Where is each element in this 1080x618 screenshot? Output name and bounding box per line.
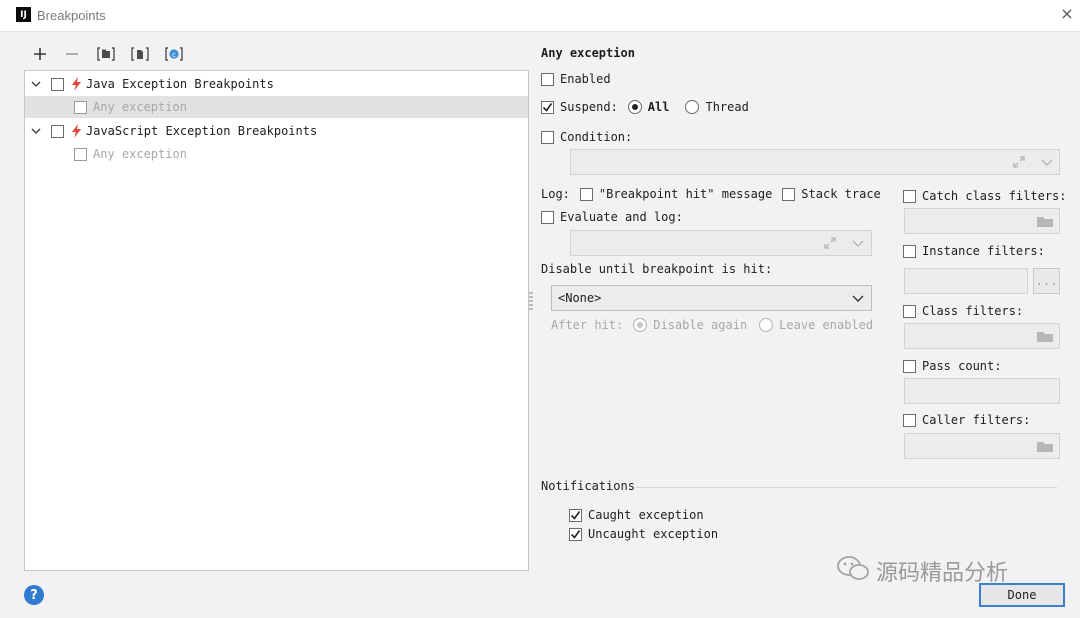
chevron-down-icon[interactable] bbox=[852, 237, 864, 252]
class-filters-label: Class filters: bbox=[922, 304, 1024, 318]
folder-icon[interactable] bbox=[1036, 215, 1054, 231]
catch-class-filters-label: Catch class filters: bbox=[922, 189, 1067, 203]
tree-group-javascript-exception[interactable]: JavaScript Exception Breakpoints bbox=[25, 120, 528, 142]
caught-exception-label: Caught exception bbox=[588, 508, 704, 522]
exception-breakpoint-icon bbox=[69, 76, 83, 92]
stack-trace-label: Stack trace bbox=[801, 187, 881, 201]
leave-enabled-label: Leave enabled bbox=[779, 318, 874, 332]
catch-class-filters-input[interactable] bbox=[904, 208, 1060, 234]
disable-until-label: Disable until breakpoint is hit: bbox=[541, 262, 773, 276]
after-hit-label: After hit: bbox=[551, 318, 624, 332]
instance-filters-input[interactable] bbox=[904, 268, 1028, 294]
chevron-down-icon[interactable] bbox=[29, 77, 43, 91]
tree-item-any-exception-java[interactable]: Any exception bbox=[25, 96, 528, 118]
condition-label: Condition: bbox=[560, 130, 633, 144]
expand-icon[interactable] bbox=[823, 236, 837, 253]
pass-count-label: Pass count: bbox=[922, 359, 1002, 373]
disable-until-select[interactable]: <None> bbox=[551, 285, 872, 311]
notifications-heading: Notifications bbox=[541, 479, 635, 493]
chevron-down-icon[interactable] bbox=[852, 292, 864, 307]
exception-breakpoint-icon bbox=[69, 123, 83, 139]
remove-icon[interactable] bbox=[62, 44, 82, 64]
class-filters-input[interactable] bbox=[904, 323, 1060, 349]
pass-count-input[interactable] bbox=[904, 378, 1060, 404]
log-message-checkbox[interactable] bbox=[579, 187, 593, 201]
group-checkbox[interactable] bbox=[51, 124, 64, 138]
leave-enabled-radio[interactable] bbox=[759, 318, 774, 332]
wechat-icon bbox=[836, 555, 870, 587]
suspend-checkbox[interactable] bbox=[541, 100, 554, 114]
enabled-label: Enabled bbox=[560, 72, 611, 86]
catch-class-filters-checkbox[interactable] bbox=[903, 189, 916, 203]
intellij-logo-icon: IJ bbox=[16, 7, 31, 22]
folder-icon[interactable] bbox=[1036, 440, 1054, 456]
group-by-file-icon[interactable] bbox=[130, 44, 150, 64]
caught-exception-checkbox[interactable] bbox=[569, 508, 582, 522]
help-button[interactable]: ? bbox=[24, 585, 44, 605]
log-message-label: "Breakpoint hit" message bbox=[598, 187, 773, 201]
suspend-thread-radio[interactable] bbox=[685, 100, 700, 114]
disable-again-label: Disable again bbox=[653, 318, 748, 332]
instance-filters-browse-button[interactable]: ... bbox=[1033, 268, 1060, 294]
caller-filters-label: Caller filters: bbox=[922, 413, 1031, 427]
caller-filters-checkbox[interactable] bbox=[903, 413, 916, 427]
tree-group-label: Java Exception Breakpoints bbox=[86, 77, 274, 91]
evaluate-and-log-input[interactable] bbox=[570, 230, 872, 256]
pass-count-checkbox[interactable] bbox=[903, 359, 916, 373]
tree-group-label: JavaScript Exception Breakpoints bbox=[86, 124, 318, 138]
item-checkbox[interactable] bbox=[74, 100, 87, 114]
chevron-down-icon[interactable] bbox=[1041, 156, 1053, 171]
svg-text:c: c bbox=[172, 51, 176, 59]
disable-until-value: <None> bbox=[558, 291, 602, 305]
suspend-label: Suspend: bbox=[560, 100, 618, 114]
tree-item-label: Any exception bbox=[93, 100, 187, 114]
evaluate-and-log-label: Evaluate and log: bbox=[560, 210, 683, 224]
suspend-thread-label: Thread bbox=[705, 100, 749, 114]
uncaught-exception-label: Uncaught exception bbox=[588, 527, 719, 541]
log-label: Log: bbox=[541, 187, 570, 201]
disable-again-radio[interactable] bbox=[633, 318, 648, 332]
close-icon[interactable]: × bbox=[1058, 5, 1076, 23]
group-by-class-icon[interactable]: c bbox=[164, 44, 184, 64]
condition-input[interactable] bbox=[570, 149, 1060, 175]
instance-filters-checkbox[interactable] bbox=[903, 244, 916, 258]
suspend-all-label: All bbox=[647, 100, 670, 114]
expand-icon[interactable] bbox=[1012, 155, 1026, 172]
add-icon[interactable] bbox=[30, 44, 50, 64]
group-checkbox[interactable] bbox=[51, 77, 64, 91]
title-bar bbox=[0, 0, 1080, 32]
window-title: Breakpoints bbox=[37, 8, 106, 23]
uncaught-exception-checkbox[interactable] bbox=[569, 527, 582, 541]
done-button[interactable]: Done bbox=[979, 583, 1065, 607]
tree-item-label: Any exception bbox=[93, 147, 187, 161]
instance-filters-label: Instance filters: bbox=[922, 244, 1045, 258]
stack-trace-checkbox[interactable] bbox=[782, 187, 796, 201]
chevron-down-icon[interactable] bbox=[29, 124, 43, 138]
caller-filters-input[interactable] bbox=[904, 433, 1060, 459]
tree-item-any-exception-js[interactable]: Any exception bbox=[25, 143, 528, 165]
splitter-handle[interactable] bbox=[529, 292, 533, 312]
class-filters-checkbox[interactable] bbox=[903, 304, 916, 318]
group-by-package-icon[interactable] bbox=[96, 44, 116, 64]
item-checkbox[interactable] bbox=[74, 147, 87, 161]
suspend-all-radio[interactable] bbox=[627, 100, 642, 114]
breakpoints-tree[interactable]: Java Exception Breakpoints Any exception… bbox=[24, 70, 529, 571]
notifications-divider bbox=[636, 487, 1057, 488]
enabled-checkbox[interactable] bbox=[541, 72, 554, 86]
details-heading: Any exception bbox=[541, 46, 635, 60]
condition-checkbox[interactable] bbox=[541, 130, 554, 144]
evaluate-and-log-checkbox[interactable] bbox=[541, 210, 554, 224]
tree-group-java-exception[interactable]: Java Exception Breakpoints bbox=[25, 73, 528, 95]
folder-icon[interactable] bbox=[1036, 330, 1054, 346]
